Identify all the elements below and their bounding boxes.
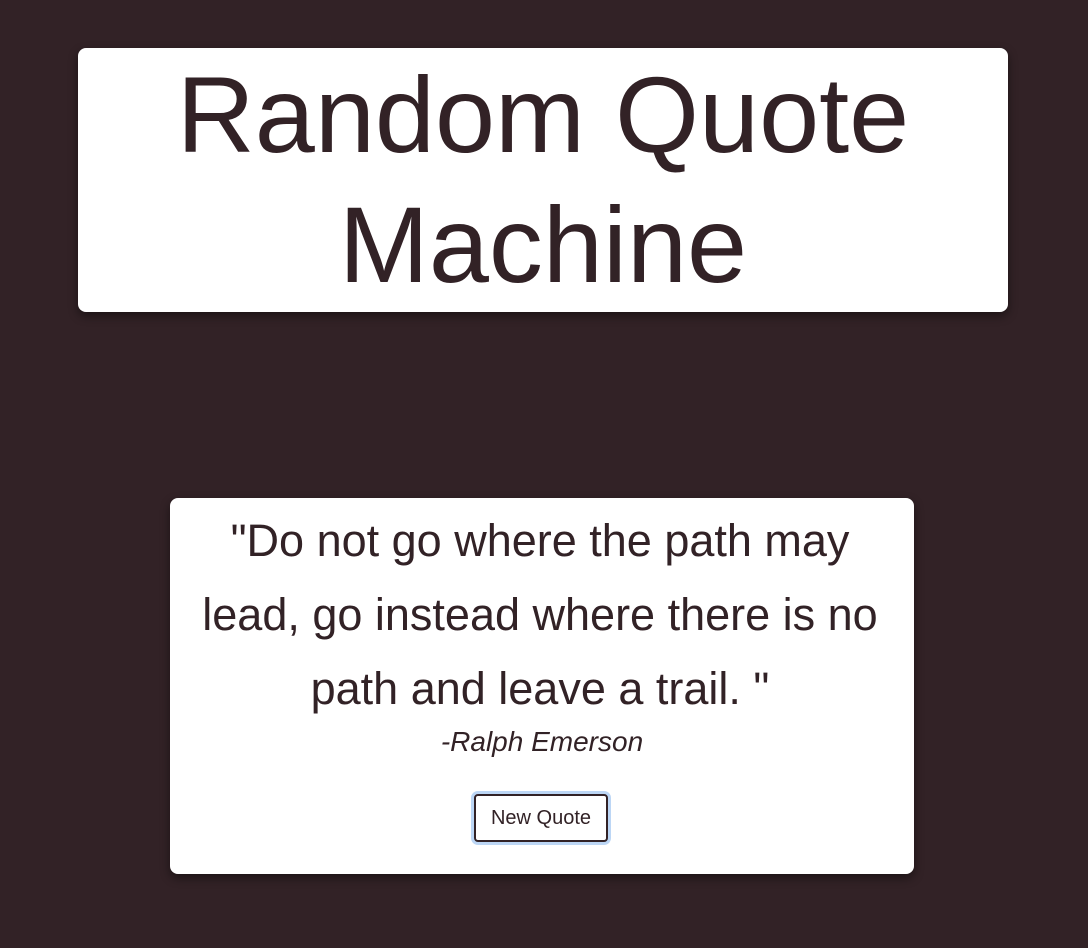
quote-card: "Do not go where the path may lead, go i…	[170, 498, 914, 874]
page-title: Random Quote Machine	[176, 54, 910, 305]
quote-author: -Ralph Emerson	[440, 726, 644, 757]
title-card: Random Quote Machine	[78, 48, 1008, 312]
new-quote-button[interactable]: New Quote	[474, 794, 608, 842]
quote-text: "Do not go where the path may lead, go i…	[202, 515, 878, 714]
